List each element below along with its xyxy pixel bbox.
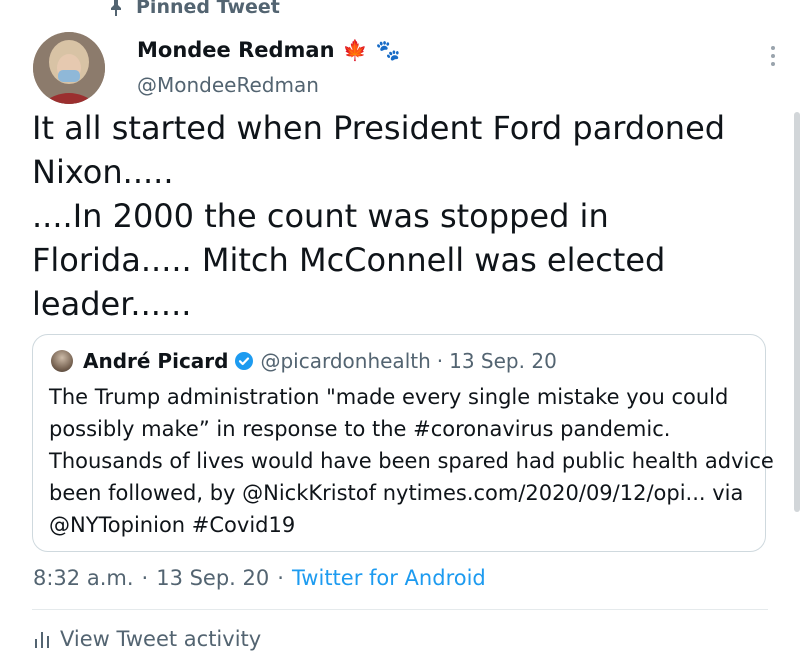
tweet-text-line: Florida..... Mitch McConnell was elected — [32, 241, 666, 279]
quoted-tweet-header: André Picard @picardonhealth · 13 Sep. 2… — [51, 349, 557, 373]
verified-badge-icon — [235, 352, 254, 370]
more-options-icon[interactable] — [768, 46, 778, 66]
separator-dot: · — [277, 566, 284, 590]
tweet-time[interactable]: 8:32 a.m. — [33, 566, 134, 590]
quoted-tweet[interactable]: André Picard @picardonhealth · 13 Sep. 2… — [32, 334, 774, 552]
maple-leaf-icon: 🍁 — [342, 38, 368, 62]
tweet-text-line: ....In 2000 the count was stopped in — [32, 197, 609, 235]
tweet-detail: Pinned Tweet Mondee Redman 🍁 🐾 @MondeeRe… — [0, 0, 800, 667]
tweet-date[interactable]: 13 Sep. 20 — [156, 566, 269, 590]
bar-chart-icon — [35, 632, 49, 648]
tweet-text-line: Nixon..... — [32, 153, 174, 191]
separator-dot: · — [141, 566, 149, 590]
quoted-text-line: possibly make” in response to the #coron… — [49, 417, 671, 441]
scrollbar[interactable] — [794, 112, 800, 512]
quoted-text: The Trump administration "made every sin… — [49, 381, 774, 541]
view-tweet-activity-button[interactable]: View Tweet activity — [34, 627, 261, 651]
author-name[interactable]: Mondee Redman — [137, 38, 335, 62]
paw-prints-icon: 🐾 — [375, 38, 401, 62]
quoted-text-line: @NYTopinion #Covid19 — [49, 513, 296, 537]
author-handle[interactable]: @MondeeRedman — [137, 73, 319, 97]
quoted-text-line: Thousands of lives would have been spare… — [49, 449, 774, 473]
separator-dot: · — [436, 349, 444, 373]
avatar[interactable] — [33, 32, 105, 104]
view-tweet-activity-label: View Tweet activity — [60, 627, 262, 651]
pinned-label: Pinned Tweet — [136, 0, 280, 18]
quoted-avatar — [51, 350, 73, 372]
tweet-text-line: leader...... — [32, 285, 192, 323]
pinned-indicator: Pinned Tweet — [108, 0, 280, 18]
tweet-meta: 8:32 a.m. · 13 Sep. 20 · Twitter for And… — [33, 566, 486, 590]
pin-icon — [111, 0, 121, 16]
quoted-date: 13 Sep. 20 — [449, 349, 557, 373]
tweet-text: It all started when President Ford pardo… — [32, 106, 772, 326]
tweet-author[interactable]: Mondee Redman 🍁 🐾 — [137, 38, 400, 62]
quoted-author-handle: @picardonhealth — [260, 349, 431, 373]
tweet-text-line: It all started when President Ford pardo… — [32, 109, 726, 147]
tweet-source-link[interactable]: Twitter for Android — [292, 566, 486, 590]
quoted-author-name: André Picard — [83, 349, 229, 373]
quoted-text-line: The Trump administration "made every sin… — [49, 385, 729, 409]
divider — [32, 609, 768, 610]
quoted-text-line: been followed, by @NickKristof nytimes.c… — [49, 481, 744, 505]
